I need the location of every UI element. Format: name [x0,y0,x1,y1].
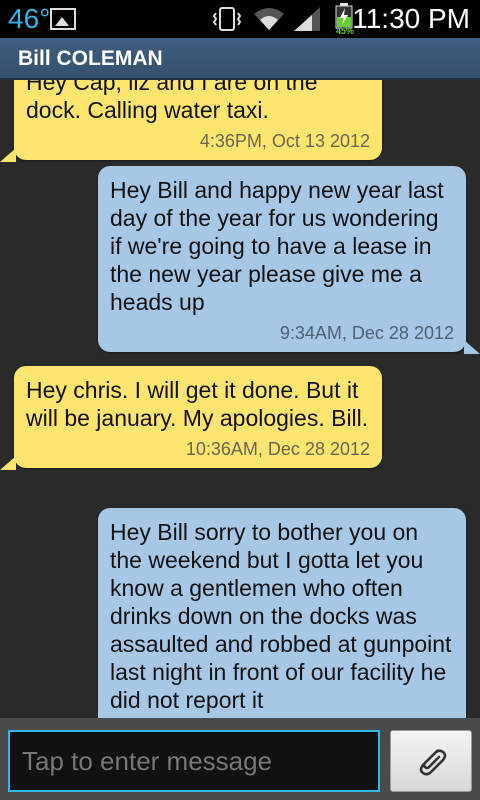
composer-bar [0,718,480,800]
message-timestamp: 4:36PM, Oct 13 2012 [199,131,370,151]
temperature-text: 46° [8,3,51,34]
message-bubble-outgoing[interactable]: Hey Bill sorry to bother you on the week… [98,508,466,718]
message-text: Hey chris. I will get it done. But it wi… [26,377,369,431]
status-bar: 46° 45% 11:30 PM [0,0,480,38]
message-timestamp: 10:36AM, Dec 28 2012 [185,439,370,459]
message-bubble-incoming[interactable]: Hey Cap, liz and I are on the dock. Call… [0,80,382,162]
message-bubble-incoming[interactable]: Hey chris. I will get it done. But it wi… [0,366,382,470]
vibrate-icon [212,7,242,31]
attach-button[interactable] [390,730,472,792]
message-list[interactable]: Hey Cap, liz and I are on the dock. Call… [0,80,480,718]
signal-icon [294,7,320,31]
wifi-icon [254,8,284,30]
paperclip-icon [419,749,447,776]
contact-name[interactable]: Bill COLEMAN [18,47,163,71]
clock: 11:30 PM [352,3,470,34]
message-text: Hey Cap, liz and I are on the dock. Call… [26,80,318,123]
conversation-header: Bill COLEMAN [0,38,480,80]
message-timestamp: 9:34AM, Dec 28 2012 [279,323,454,343]
message-input[interactable] [8,730,380,792]
message-text: Hey Bill and happy new year last day of … [110,177,444,315]
message-bubble-outgoing[interactable]: Hey Bill and happy new year last day of … [98,166,480,354]
gallery-icon [50,8,76,30]
message-text: Hey Bill sorry to bother you on the week… [110,519,452,713]
